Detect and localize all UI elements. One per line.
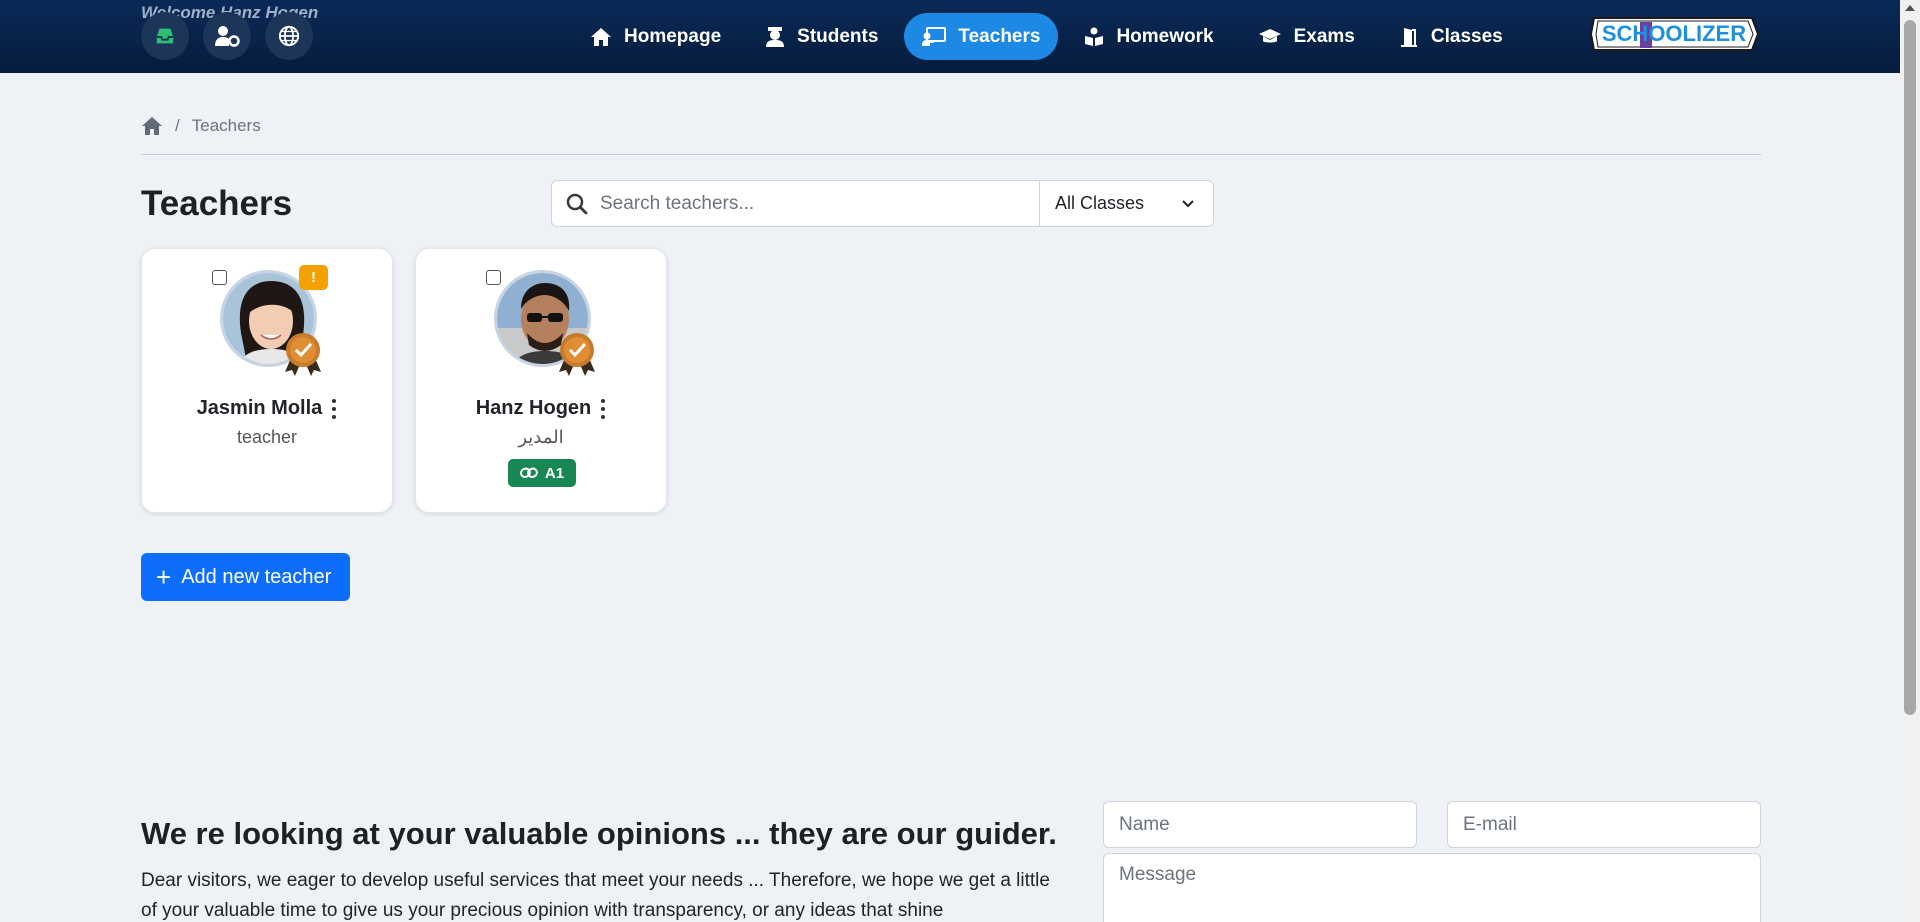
- feedback-text: Dear visitors, we eager to develop usefu…: [141, 870, 1050, 921]
- verified-medal-icon: [559, 333, 595, 376]
- nav-students[interactable]: Students: [747, 13, 896, 60]
- class-filter-select[interactable]: All Classes: [1039, 180, 1214, 227]
- link-icon: [519, 467, 538, 478]
- teacher-card[interactable]: Hanz Hogen المدير A1: [415, 248, 667, 513]
- plus-icon: +: [156, 562, 172, 592]
- add-teacher-label: Add new teacher: [181, 565, 332, 588]
- teacher-role: المدير: [518, 427, 564, 447]
- nav-homework[interactable]: Homework: [1066, 13, 1231, 60]
- teacher-icon: [922, 26, 947, 46]
- student-icon: [766, 26, 785, 47]
- schoolizer-logo[interactable]: SCHOOLIZER: [1589, 14, 1760, 54]
- nav-teachers-label: Teachers: [958, 25, 1041, 47]
- breadcrumb-separator: /: [175, 116, 180, 135]
- user-settings-button[interactable]: [203, 12, 251, 60]
- scroll-up-arrow[interactable]: [1905, 5, 1915, 11]
- nav-teachers[interactable]: Teachers: [904, 13, 1059, 60]
- search-icon: [566, 193, 588, 215]
- nav-homework-label: Homework: [1116, 25, 1214, 47]
- nav-homepage-label: Homepage: [624, 25, 722, 47]
- top-navbar: Welcome Hanz Hogen Homepage: [0, 0, 1900, 73]
- teacher-name: Jasmin Molla: [196, 397, 323, 419]
- email-placeholder: E-mail: [1463, 813, 1517, 835]
- add-teacher-button[interactable]: + Add new teacher: [141, 553, 350, 601]
- nav-classes-label: Classes: [1430, 25, 1503, 47]
- name-field[interactable]: Name: [1103, 801, 1417, 848]
- feedback-title: We re looking at your valuable opinions …: [141, 816, 1057, 851]
- nav-exams[interactable]: Exams: [1240, 13, 1373, 60]
- main-nav: Homepage Students Teachers Homework Exam…: [572, 13, 1529, 60]
- language-button[interactable]: [265, 12, 313, 60]
- more-options-icon[interactable]: [331, 398, 337, 419]
- warning-badge: !: [299, 265, 328, 290]
- chevron-down-icon: [1182, 200, 1194, 208]
- teacher-select-checkbox[interactable]: [212, 270, 227, 285]
- teacher-card[interactable]: ! Jasmin Molla teacher: [141, 248, 393, 513]
- home-icon[interactable]: [141, 116, 163, 136]
- class-link-badge[interactable]: A1: [508, 459, 576, 487]
- breadcrumb-current: Teachers: [191, 116, 261, 135]
- teacher-name: Hanz Hogen: [475, 397, 592, 419]
- email-field[interactable]: E-mail: [1447, 801, 1761, 848]
- user-gear-icon: [215, 26, 240, 47]
- globe-icon: [278, 25, 300, 47]
- logo-text: SCHOOLIZER: [1602, 21, 1746, 46]
- book-reader-icon: [1085, 27, 1104, 46]
- scroll-thumb[interactable]: [1904, 20, 1916, 715]
- inbox-button[interactable]: [141, 12, 189, 60]
- class-filter-value: All Classes: [1055, 193, 1145, 213]
- nav-exams-label: Exams: [1293, 25, 1355, 47]
- breadcrumb: / Teachers: [141, 116, 261, 136]
- name-placeholder: Name: [1119, 813, 1170, 835]
- home-icon: [591, 27, 611, 46]
- nav-homepage[interactable]: Homepage: [572, 13, 739, 60]
- search-box: [551, 180, 1040, 227]
- nav-students-label: Students: [797, 25, 879, 47]
- nav-classes[interactable]: Classes: [1381, 13, 1521, 60]
- page-scrollbar[interactable]: [1900, 0, 1920, 922]
- teacher-role: teacher: [236, 427, 298, 447]
- teacher-select-checkbox[interactable]: [486, 270, 501, 285]
- inbox-icon: [156, 28, 174, 44]
- message-placeholder: Message: [1119, 864, 1197, 885]
- message-field[interactable]: Message: [1103, 853, 1761, 922]
- page-title: Teachers: [141, 184, 293, 223]
- breadcrumb-divider: [141, 154, 1761, 155]
- more-options-icon[interactable]: [600, 398, 606, 419]
- door-icon: [1400, 27, 1417, 47]
- graduation-cap-icon: [1258, 28, 1281, 42]
- verified-medal-icon: [285, 333, 321, 376]
- search-input[interactable]: [600, 192, 1020, 215]
- class-badge-label: A1: [544, 464, 565, 482]
